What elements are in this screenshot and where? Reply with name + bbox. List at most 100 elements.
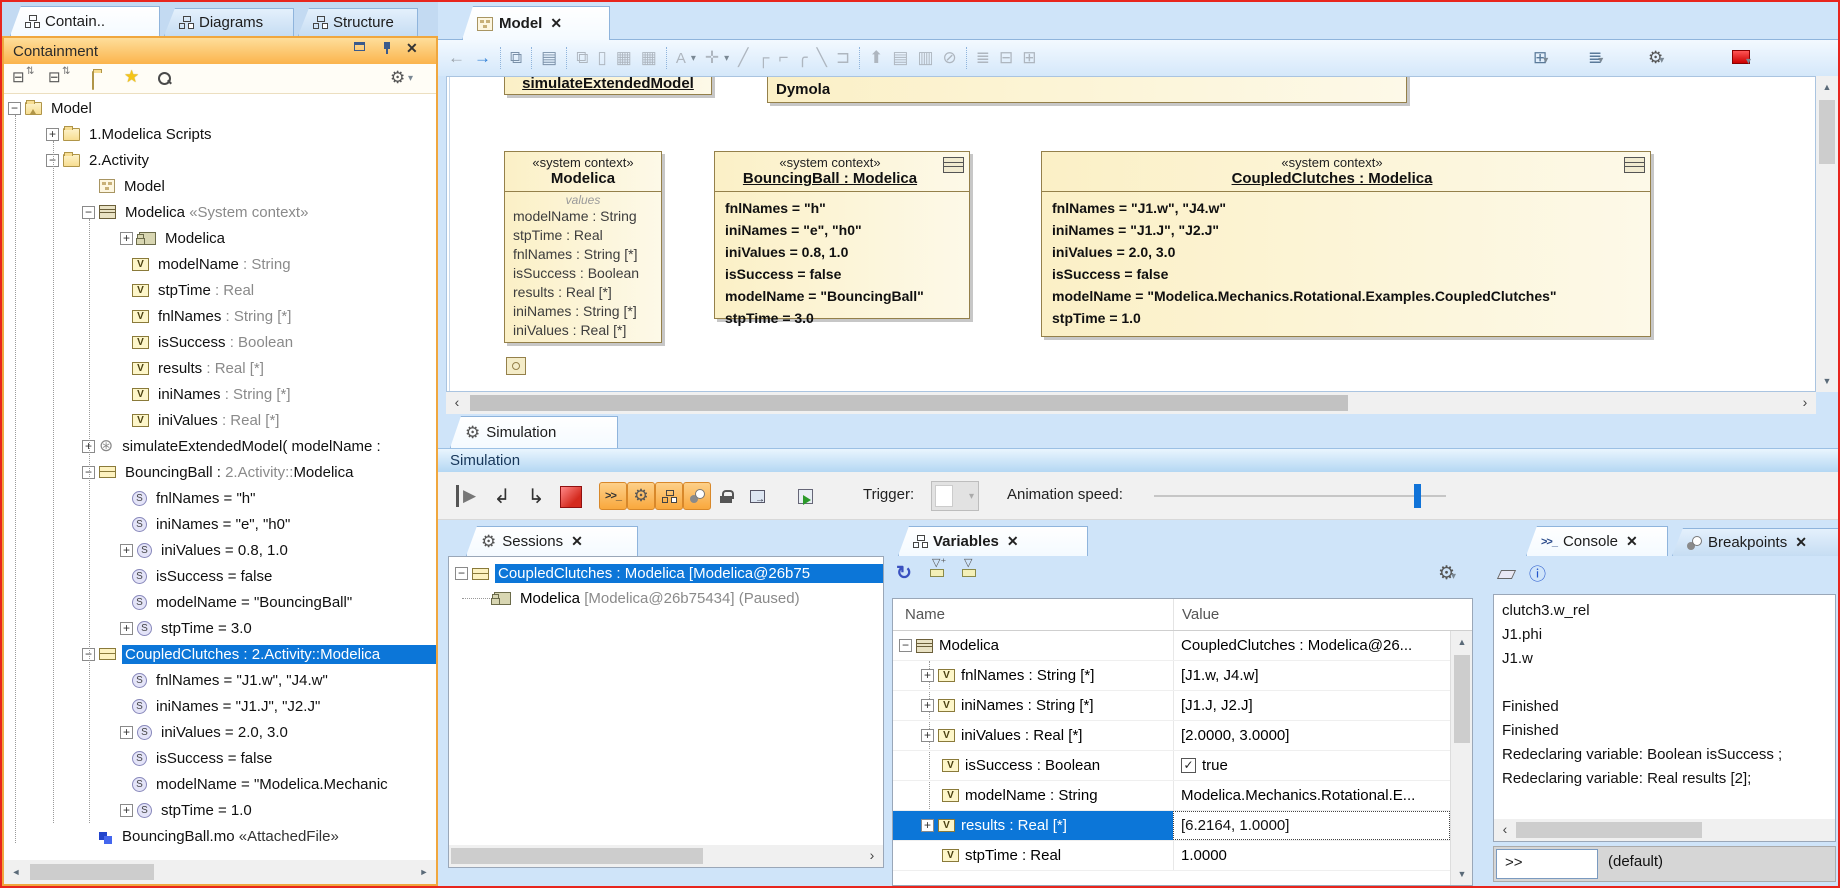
toggle-console-icon[interactable]: >>_ [599, 482, 627, 510]
modelica-class-box[interactable]: «system context» Modelica values modelNa… [504, 151, 662, 343]
session-item-selected[interactable]: − CoupledClutches : Modelica [Modelica@2… [449, 561, 883, 586]
tree-item[interactable]: VfnlNames : String [*] [4, 303, 436, 329]
variable-row[interactable]: −Modelica CoupledClutches : Modelica@26.… [893, 631, 1450, 661]
collapse-arrows-icon[interactable]: ⇅ [26, 66, 34, 77]
variable-row[interactable]: VmodelName : String Modelica.Mechanics.R… [893, 781, 1450, 811]
tree-item[interactable]: SisSuccess = false [4, 745, 436, 771]
expander-icon[interactable]: + [120, 726, 133, 739]
close-panel-icon[interactable]: ✕ [406, 40, 418, 57]
expander-icon[interactable]: − [455, 567, 468, 580]
tree-item-selected[interactable]: −CoupledClutches : 2.Activity::Modelica [4, 641, 436, 667]
lock-icon[interactable] [720, 482, 732, 510]
tab-sessions[interactable]: ⚙ Sessions ✕ [466, 526, 638, 556]
expander-icon[interactable]: + [120, 232, 133, 245]
tree-item[interactable]: +SstpTime = 3.0 [4, 615, 436, 641]
column-header-name[interactable]: Name [893, 606, 1173, 623]
tree-item[interactable]: VisSuccess : Boolean [4, 329, 436, 355]
expander-icon[interactable]: + [921, 699, 934, 712]
tab-structure[interactable]: Structure [298, 8, 418, 36]
element-icon[interactable] [506, 357, 526, 375]
containment-options-gear-icon[interactable]: ⚙ [390, 68, 405, 88]
variable-row-selected[interactable]: +Vresults : Real [*] [6.2164, 1.0000] [893, 811, 1450, 841]
scrollbar-thumb[interactable] [451, 848, 703, 864]
line-style-rect-icon[interactable]: ┌ [757, 48, 769, 68]
font-dropdown-icon[interactable]: ▾ [691, 53, 696, 64]
line-style-bezier-icon[interactable]: ⌐ [778, 48, 788, 68]
scrollbar-thumb[interactable] [1819, 100, 1835, 164]
delete-icon[interactable]: ▦ [616, 48, 632, 68]
sessions-hscrollbar[interactable]: › [449, 845, 883, 867]
dependency-icon[interactable]: ⊘ [943, 48, 957, 68]
close-tab-icon[interactable]: ✕ [1795, 534, 1807, 551]
search-icon[interactable] [158, 72, 171, 85]
expander-icon[interactable]: − [8, 102, 21, 115]
tab-diagrams[interactable]: Diagrams [164, 8, 294, 36]
tree-item[interactable]: ViniValues : Real [*] [4, 407, 436, 433]
pin-icon[interactable] [382, 42, 392, 54]
variables-gear-icon[interactable]: ⚙▾ [1438, 562, 1456, 585]
console-hscrollbar[interactable]: ‹ [1494, 819, 1835, 841]
info-icon[interactable]: ⓘ [1529, 560, 1546, 585]
scrollbar-thumb[interactable] [1516, 822, 1702, 838]
scroll-up-icon[interactable]: ▲ [1818, 78, 1836, 96]
run-play-icon[interactable]: ▶ [456, 485, 480, 507]
copy-icon[interactable]: ⧉ [576, 48, 588, 68]
tab-console[interactable]: >>_ Console ✕ [1526, 526, 1668, 556]
scroll-right-icon[interactable]: ► [414, 863, 434, 881]
line-style-box-icon[interactable]: ⊐ [836, 48, 850, 68]
variable-row[interactable]: +ViniValues : Real [*] [2.0000, 3.0000] [893, 721, 1450, 751]
align-icon[interactable]: ≣ [976, 48, 990, 68]
tree-item[interactable]: −Model [4, 95, 436, 121]
tab-breakpoints[interactable]: Breakpoints ✕ [1672, 528, 1840, 556]
forward-icon[interactable]: → [474, 48, 491, 68]
tree-item[interactable]: −BouncingBall : 2.Activity::Modelica [4, 459, 436, 485]
activity-box-partial[interactable]: simulateExtendedModel [504, 76, 712, 95]
tab-variables[interactable]: Variables ✕ [898, 526, 1088, 556]
variable-row[interactable]: VisSuccess : Boolean ✓true [893, 751, 1450, 781]
expander-icon[interactable]: − [82, 206, 95, 219]
tree-item[interactable]: +SstpTime = 1.0 [4, 797, 436, 823]
delete-from-model-icon[interactable]: ▦ [641, 48, 657, 68]
session-item[interactable]: Modelica [Modelica@26b75434] (Paused) [449, 586, 883, 611]
tree-item[interactable]: −Modelica «System context» [4, 199, 436, 225]
close-tab-icon[interactable]: ✕ [1007, 533, 1019, 550]
tree-item[interactable]: +SiniValues = 2.0, 3.0 [4, 719, 436, 745]
tree-item[interactable]: SisSuccess = false [4, 563, 436, 589]
expander-icon[interactable]: + [921, 669, 934, 682]
variable-row[interactable]: +VfnlNames : String [*] [J1.w, J4.w] [893, 661, 1450, 691]
scrollbar-thumb[interactable] [30, 864, 154, 880]
favorites-star-icon[interactable]: ★ [124, 67, 139, 87]
tree-item[interactable]: Model [4, 173, 436, 199]
resize-icon[interactable]: ⊞ [1022, 48, 1036, 68]
animation-speed-slider-track[interactable] [1154, 495, 1446, 497]
tree-item[interactable]: SiniNames = "e", "h0" [4, 511, 436, 537]
collapse-all-icon[interactable]: ⊟ [12, 68, 25, 86]
tree-item[interactable]: VmodelName : String [4, 251, 436, 277]
tree-item[interactable]: BouncingBall.mo «AttachedFile» [4, 823, 436, 849]
font-icon[interactable]: A [676, 50, 686, 67]
tree-item[interactable]: SfnlNames = "J1.w", "J4.w" [4, 667, 436, 693]
animation-speed-slider-handle[interactable] [1414, 484, 1421, 508]
line-style-oblique-icon[interactable]: ╱ [738, 48, 748, 68]
note-icon[interactable]: ▥ [917, 48, 933, 68]
tree-item[interactable]: +1.Modelica Scripts [4, 121, 436, 147]
column-header-value[interactable]: Value [1173, 599, 1472, 630]
expander-icon[interactable]: + [120, 622, 133, 635]
close-tab-icon[interactable]: ✕ [571, 533, 583, 550]
show-in-tree-icon[interactable]: ⧉ [510, 48, 522, 68]
toggle-settings-icon[interactable]: ⚙ [627, 482, 655, 510]
trigger-select[interactable]: ▾ [931, 481, 979, 511]
scroll-right-icon[interactable]: › [863, 847, 881, 865]
export-image-icon[interactable] [750, 482, 765, 510]
grid-options-icon[interactable]: ⊞▾ [1533, 48, 1548, 68]
tree-item[interactable]: −2.Activity [4, 147, 436, 173]
containment-options-dropdown-icon[interactable]: ▾ [408, 73, 413, 84]
scroll-down-icon[interactable]: ▼ [1453, 865, 1471, 883]
stop-icon[interactable] [560, 486, 582, 508]
tree-item[interactable]: +Modelica [4, 225, 436, 251]
console-input[interactable]: >> [1496, 849, 1598, 879]
expander-icon[interactable]: + [46, 128, 59, 141]
scroll-down-icon[interactable]: ▼ [1818, 372, 1836, 390]
console-mode-label[interactable]: (default) [1608, 853, 1663, 870]
target-icon[interactable]: ✛ [705, 48, 719, 68]
